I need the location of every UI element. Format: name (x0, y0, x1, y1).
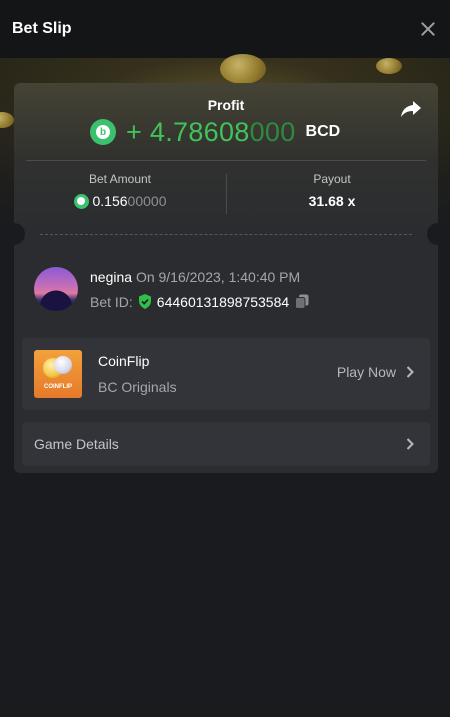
dashed-divider (40, 234, 412, 235)
ticket-notch-right (427, 223, 438, 245)
game-details-row[interactable]: Game Details (22, 422, 430, 466)
coinflip-thumbnail: COINFLIP (34, 350, 82, 398)
payout-value: 31.68 x (308, 193, 356, 209)
silver-coin-icon (54, 356, 72, 374)
bet-amount-stat: Bet Amount 0.156 00000 (14, 172, 226, 209)
profit-label: Profit (207, 97, 245, 113)
bet-slip-card: Profit b + 4.78608000 BCD Bet Amount 0.1… (14, 83, 438, 473)
profit-amount: b + 4.78608000 BCD (90, 116, 340, 148)
payout-label: Payout (313, 172, 351, 186)
game-name: CoinFlip (98, 353, 150, 369)
chevron-right-icon (406, 366, 414, 378)
profit-currency: BCD (305, 123, 341, 140)
background-coin-icon (220, 54, 266, 84)
play-now-label: Play Now (336, 364, 396, 380)
bcd-coin-icon (73, 193, 89, 209)
copy-icon[interactable] (295, 294, 309, 309)
verified-shield-icon (138, 294, 151, 309)
thumbnail-label: COINFLIP (44, 384, 72, 390)
header-title: Bet Slip (12, 20, 72, 37)
bet-id-label: Bet ID: (90, 293, 133, 310)
username[interactable]: negina (90, 269, 132, 285)
play-now-button[interactable]: Play Now (337, 364, 414, 380)
profit-value-zeros: 000 (249, 116, 296, 147)
background-coin-icon (376, 58, 402, 74)
bet-timestamp: On 9/16/2023, 1:40:40 PM (135, 268, 301, 285)
profit-sign: + (126, 116, 143, 147)
bet-amount-zeros: 00000 (127, 193, 167, 209)
bet-amount-label: Bet Amount (88, 172, 152, 186)
close-icon[interactable] (419, 20, 437, 38)
payout-stat: Payout 31.68 x (226, 172, 438, 209)
bet-amount-value: 0.156 00000 (14, 193, 226, 209)
bet-slip-header: Bet Slip (0, 0, 450, 58)
game-card[interactable]: COINFLIP CoinFlip BC Originals Play Now (22, 338, 430, 410)
profit-value-main: 4.78608 (149, 116, 250, 147)
background-coin-icon (0, 112, 14, 128)
game-details-label: Game Details (34, 436, 119, 452)
chevron-right-icon (406, 438, 414, 450)
bcd-coin-icon: b (90, 119, 116, 145)
bet-amount-main: 0.156 (92, 193, 128, 209)
divider (26, 160, 426, 161)
avatar[interactable] (34, 267, 78, 311)
profit-value: + 4.78608000 (126, 117, 296, 148)
game-provider: BC Originals (98, 379, 177, 395)
bet-id-value: 64460131898753584 (156, 293, 290, 310)
share-icon[interactable] (400, 99, 422, 119)
user-info: negina On 9/16/2023, 1:40:40 PM Bet ID: … (34, 266, 309, 312)
